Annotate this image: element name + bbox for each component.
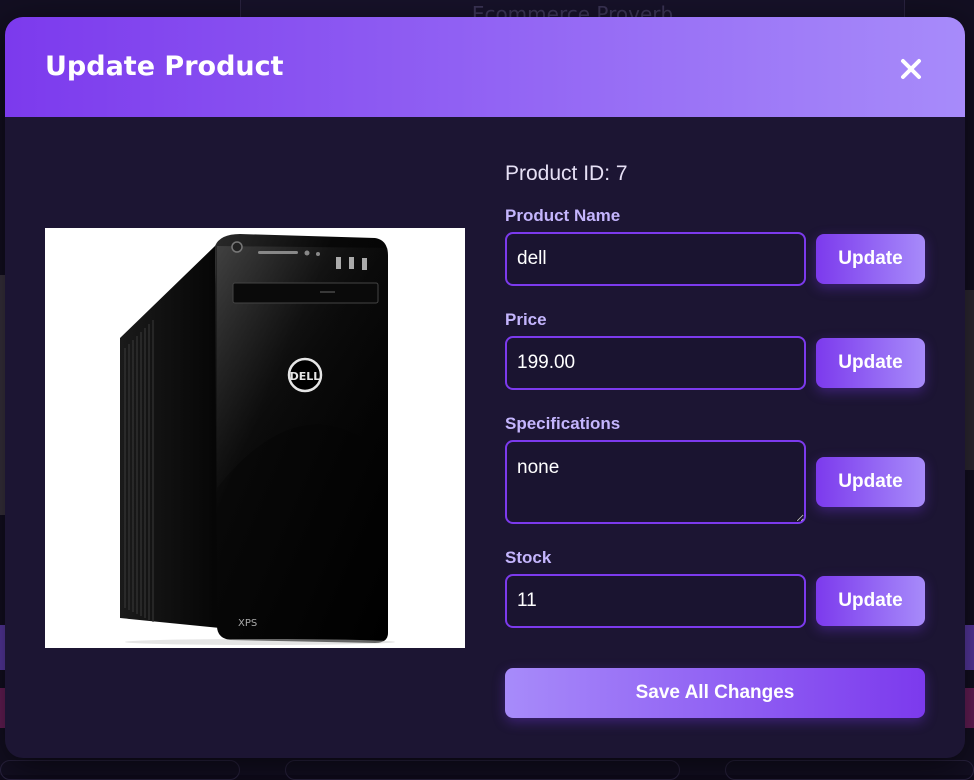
update-name-button[interactable]: Update bbox=[816, 234, 925, 284]
close-button[interactable] bbox=[897, 55, 925, 83]
price-input[interactable] bbox=[505, 336, 806, 390]
product-id: Product ID: 7 bbox=[505, 162, 628, 186]
background-pill bbox=[285, 760, 680, 780]
product-image: DELL XPS bbox=[45, 228, 465, 648]
background-button bbox=[964, 625, 974, 670]
save-all-changes-button[interactable]: Save All Changes bbox=[505, 668, 925, 718]
background-pill bbox=[725, 760, 974, 780]
stock-input[interactable] bbox=[505, 574, 806, 628]
background-button bbox=[964, 688, 974, 728]
svg-text:DELL: DELL bbox=[290, 370, 321, 383]
update-specifications-button[interactable]: Update bbox=[816, 457, 925, 507]
close-icon bbox=[897, 55, 925, 83]
specifications-label: Specifications bbox=[505, 414, 620, 434]
product-name-label: Product Name bbox=[505, 206, 620, 226]
update-price-button[interactable]: Update bbox=[816, 338, 925, 388]
product-tower-illustration: DELL XPS bbox=[45, 228, 465, 648]
svg-text:XPS: XPS bbox=[238, 618, 257, 629]
price-label: Price bbox=[505, 310, 547, 330]
update-stock-button[interactable]: Update bbox=[816, 576, 925, 626]
modal-title: Update Product bbox=[45, 51, 284, 82]
background-pill bbox=[0, 760, 240, 780]
modal-header: Update Product bbox=[5, 17, 965, 117]
stock-label: Stock bbox=[505, 548, 551, 568]
update-product-modal: Update Product bbox=[5, 17, 965, 758]
specifications-textarea[interactable]: none bbox=[505, 440, 806, 524]
product-name-input[interactable] bbox=[505, 232, 806, 286]
